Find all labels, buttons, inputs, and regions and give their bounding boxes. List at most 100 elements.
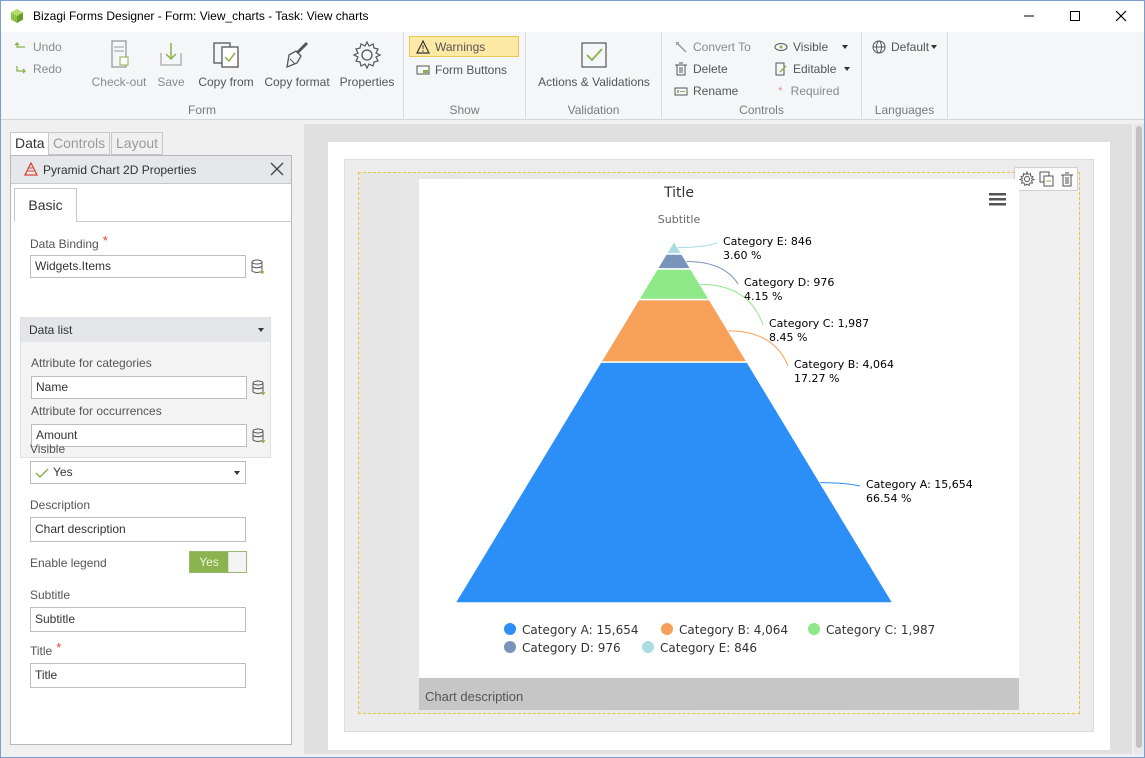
database-icon[interactable] bbox=[252, 428, 266, 444]
copy-from-icon bbox=[213, 42, 239, 68]
data-list-header[interactable]: Data list bbox=[21, 318, 270, 342]
globe-icon bbox=[872, 40, 886, 54]
visible-button[interactable]: Visible bbox=[774, 40, 849, 54]
tab-controls[interactable]: Controls bbox=[48, 132, 111, 155]
data-label-value: Category E: 846 bbox=[723, 235, 812, 248]
bizagi-logo-icon bbox=[11, 9, 23, 23]
warnings-button[interactable]: Warnings bbox=[409, 36, 519, 57]
rename-button[interactable]: Rename bbox=[674, 84, 738, 98]
eye-icon bbox=[774, 43, 788, 51]
data-label-value: Category A: 15,654 bbox=[866, 478, 973, 491]
checkout-icon bbox=[111, 40, 129, 68]
editable-button[interactable]: Editable bbox=[774, 62, 851, 76]
required-button[interactable]: * Required bbox=[778, 84, 839, 98]
actions-validations-button[interactable]: Actions & Validations bbox=[534, 41, 654, 89]
delete-button[interactable]: Delete bbox=[674, 62, 728, 76]
ribbon-group-label-controls: Controls bbox=[739, 103, 784, 117]
required-mark: * bbox=[102, 233, 108, 248]
tab-data[interactable]: Data bbox=[10, 132, 50, 156]
language-dropdown[interactable]: Default bbox=[872, 40, 938, 54]
canvas-scrollbar[interactable] bbox=[1134, 124, 1144, 754]
copy-format-button[interactable]: Copy format bbox=[262, 39, 332, 89]
tab-layout[interactable]: Layout bbox=[111, 132, 164, 155]
save-icon bbox=[160, 43, 182, 66]
redo-button[interactable]: Redo bbox=[14, 62, 62, 76]
maximize-button[interactable] bbox=[1052, 1, 1098, 31]
database-icon[interactable] bbox=[252, 380, 266, 396]
check-box-icon bbox=[581, 42, 607, 68]
minimize-button[interactable] bbox=[1006, 1, 1052, 31]
database-icon[interactable] bbox=[251, 259, 265, 275]
chart-legend: Category A: 15,654 Category B: 4,064 Categ… bbox=[504, 623, 935, 655]
close-panel-icon[interactable] bbox=[267, 159, 287, 179]
undo-button[interactable]: Undo bbox=[14, 40, 62, 54]
convert-to-button[interactable]: Convert To bbox=[674, 40, 751, 54]
data-list-caret-icon bbox=[258, 328, 264, 332]
data-binding-input[interactable]: Widgets.Items bbox=[30, 255, 246, 278]
ribbon-group-label-show: Show bbox=[449, 103, 480, 117]
data-label-connector bbox=[677, 242, 718, 249]
legend-item[interactable]: Category D: 976 bbox=[504, 641, 621, 655]
pyramid-slice-category-c[interactable] bbox=[637, 268, 711, 301]
editable-dropdown-caret-icon bbox=[844, 67, 851, 71]
attr-occurrences-label: Attribute for occurrences bbox=[31, 404, 162, 418]
chart-title: Title bbox=[663, 185, 694, 201]
editable-icon bbox=[775, 62, 787, 76]
visible-select-caret-icon bbox=[234, 471, 240, 475]
legend-item[interactable]: Category A: 15,654 bbox=[504, 623, 638, 637]
data-label-value: Category B: 4,064 bbox=[794, 358, 894, 371]
properties-body: Pyramid Chart 2D Properties Basic Data B… bbox=[10, 155, 292, 745]
attr-categories-input[interactable]: Name bbox=[31, 376, 247, 399]
title-input[interactable]: Title bbox=[30, 663, 246, 688]
legend-label: Category E: 846 bbox=[660, 641, 757, 655]
checkout-button[interactable]: Check-out bbox=[89, 39, 149, 89]
required-asterisk-icon: * bbox=[778, 84, 783, 98]
save-button[interactable]: Save bbox=[154, 39, 188, 89]
title-bar: Bizagi Forms Designer - Form: View_chart… bbox=[1, 1, 1144, 32]
scrollbar-thumb[interactable] bbox=[1136, 126, 1142, 748]
legend-item[interactable]: Category E: 846 bbox=[642, 641, 757, 655]
ribbon-group-label-validation: Validation bbox=[567, 103, 620, 117]
warning-icon bbox=[416, 39, 430, 54]
rename-icon bbox=[674, 87, 688, 96]
copy-from-button[interactable]: Copy from bbox=[196, 39, 256, 89]
convert-icon bbox=[675, 41, 687, 53]
copy-icon[interactable] bbox=[1039, 171, 1055, 187]
legend-item[interactable]: Category C: 1,987 bbox=[808, 623, 935, 637]
pyramid-slice-category-d[interactable] bbox=[655, 253, 693, 270]
ribbon-group-form: Undo Redo Check-out Save Copy from Copy … bbox=[1, 32, 404, 120]
gear-icon[interactable] bbox=[1019, 171, 1035, 187]
chart-subtitle: Subtitle bbox=[658, 213, 701, 226]
title-label: Title * bbox=[30, 640, 62, 658]
minimize-icon bbox=[1024, 15, 1034, 17]
pyramid-chart-svg: Title Subtitle Category A: 15,65466.54 %… bbox=[453, 185, 1006, 655]
chart-menu-icon[interactable] bbox=[989, 193, 1006, 206]
ribbon-group-show: Warnings Form Buttons Show bbox=[404, 32, 526, 120]
pyramid-slice-category-b[interactable] bbox=[599, 298, 749, 363]
language-caret-icon bbox=[931, 45, 938, 49]
properties-title: Pyramid Chart 2D Properties bbox=[43, 163, 197, 177]
description-input[interactable]: Chart description bbox=[30, 517, 246, 542]
subtitle-input[interactable]: Subtitle bbox=[30, 607, 246, 632]
form-buttons-button[interactable]: Form Buttons bbox=[416, 63, 507, 77]
tab-basic[interactable]: Basic bbox=[14, 188, 77, 222]
data-label-value: Category C: 1,987 bbox=[769, 317, 869, 330]
close-window-button[interactable] bbox=[1098, 1, 1144, 31]
ribbon-group-controls: Convert To Delete Rename Visible Editabl… bbox=[662, 32, 862, 120]
close-icon bbox=[1115, 10, 1127, 22]
legend-item[interactable]: Category B: 4,064 bbox=[661, 623, 788, 637]
ribbon-group-label-form: Form bbox=[188, 103, 216, 117]
properties-button[interactable]: Properties bbox=[338, 39, 396, 89]
trash-icon[interactable] bbox=[1059, 171, 1075, 187]
legend-label: Category D: 976 bbox=[522, 641, 621, 655]
enable-legend-toggle[interactable]: Yes bbox=[189, 551, 247, 573]
pyramid-chart-icon bbox=[24, 162, 38, 176]
visible-label: Visible bbox=[30, 442, 66, 456]
legend-label: Category A: 15,654 bbox=[522, 623, 638, 637]
data-label-percent: 3.60 % bbox=[723, 249, 761, 262]
control-tools bbox=[1014, 167, 1078, 191]
visible-select[interactable]: Yes bbox=[30, 461, 246, 484]
data-list-section: Data list Attribute for categories Name … bbox=[20, 317, 271, 458]
subtitle-label: Subtitle bbox=[30, 588, 71, 602]
app-window: Bizagi Forms Designer - Form: View_chart… bbox=[0, 0, 1145, 758]
